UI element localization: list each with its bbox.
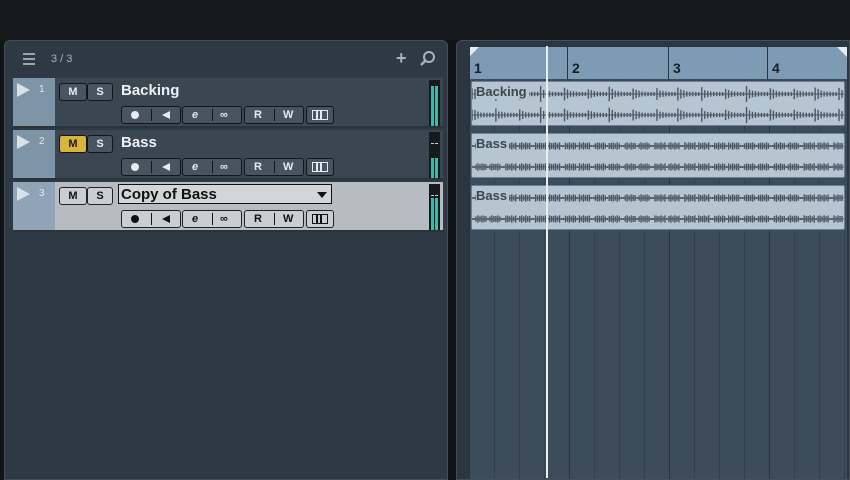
track-color-strip: 1 [13, 78, 55, 126]
write-automation-button[interactable]: W [283, 211, 293, 227]
add-track-icon[interactable]: + [396, 48, 407, 69]
monitor-speaker-icon[interactable] [162, 215, 170, 223]
bar-number: 1 [474, 60, 482, 76]
record-enable-icon[interactable] [131, 215, 139, 223]
automation-group: R W [244, 210, 304, 228]
audio-event[interactable]: Backing [471, 81, 845, 126]
event-label: Bass [476, 136, 510, 151]
lanes-icon [312, 110, 328, 120]
edit-channel-icon[interactable]: e [192, 211, 198, 227]
write-automation-button[interactable]: W [283, 107, 293, 123]
mute-button[interactable]: M [59, 187, 87, 205]
record-monitor-group [121, 210, 181, 228]
event-label: Backing [476, 84, 529, 99]
level-meter [429, 132, 440, 178]
lanes-icon [312, 214, 328, 224]
read-automation-button[interactable]: R [254, 159, 262, 175]
track-number: 3 [39, 188, 45, 199]
monitor-speaker-icon[interactable] [162, 111, 170, 119]
edit-channel-icon[interactable]: e [192, 159, 198, 175]
record-monitor-group [121, 106, 181, 124]
solo-button[interactable]: S [87, 83, 113, 101]
audio-event[interactable]: Bass [471, 185, 845, 230]
track-count: 3 / 3 [51, 53, 73, 65]
waveform [472, 142, 844, 150]
audio-event[interactable]: Bass [471, 133, 845, 178]
edit-channel-icon[interactable]: e [192, 107, 198, 123]
solo-button[interactable]: S [87, 187, 113, 205]
record-enable-icon[interactable] [131, 163, 139, 171]
track-row-2[interactable]: 2 M S Bass e ∞ R W [13, 130, 443, 180]
expand-arrow-icon[interactable] [17, 187, 30, 201]
bar-number: 3 [673, 60, 681, 76]
write-automation-button[interactable]: W [283, 159, 293, 175]
read-automation-button[interactable]: R [254, 107, 262, 123]
edit-group: e ∞ [182, 158, 242, 176]
right-locator-icon[interactable] [837, 47, 847, 57]
list-icon[interactable] [23, 53, 35, 65]
waveform [472, 107, 844, 123]
lanes-button[interactable] [306, 210, 334, 228]
lanes-button[interactable] [306, 106, 334, 124]
record-enable-icon[interactable] [131, 111, 139, 119]
arrangement-panel: 1 2 3 4 Backing Bass Bass [456, 40, 850, 480]
track-name: Copy of Bass [121, 186, 217, 203]
lanes-button[interactable] [306, 158, 334, 176]
timeline-ruler[interactable]: 1 2 3 4 [469, 47, 847, 79]
chevron-down-icon[interactable] [317, 192, 327, 198]
bar-number: 2 [572, 60, 580, 76]
waveform [472, 194, 844, 202]
track-name-field[interactable]: Copy of Bass [118, 184, 332, 204]
track-row-3[interactable]: 3 M S Copy of Bass e ∞ R W [13, 182, 443, 232]
link-icon[interactable]: ∞ [220, 107, 228, 123]
link-icon[interactable]: ∞ [220, 159, 228, 175]
waveform [472, 215, 844, 223]
waveform [472, 163, 844, 171]
record-monitor-group [121, 158, 181, 176]
solo-button[interactable]: S [87, 135, 113, 153]
track-name[interactable]: Bass [121, 134, 157, 151]
track-name[interactable]: Backing [121, 82, 179, 99]
bar-number: 4 [772, 60, 780, 76]
level-meter [429, 80, 440, 126]
read-automation-button[interactable]: R [254, 211, 262, 227]
track-number: 1 [39, 84, 45, 95]
event-label: Bass [476, 188, 510, 203]
level-meter [429, 184, 440, 230]
link-icon[interactable]: ∞ [220, 211, 228, 227]
lanes-icon [312, 162, 328, 172]
mute-button[interactable]: M [59, 135, 87, 153]
mute-button[interactable]: M [59, 83, 87, 101]
expand-arrow-icon[interactable] [17, 135, 30, 149]
grid-line [469, 79, 470, 479]
automation-group: R W [244, 158, 304, 176]
monitor-speaker-icon[interactable] [162, 163, 170, 171]
track-color-strip: 3 [13, 182, 55, 230]
track-list-panel: 3 / 3 + 1 M S Backing e ∞ R W 2 M S Bass… [4, 40, 448, 480]
top-bar [0, 0, 850, 40]
track-color-strip: 2 [13, 130, 55, 178]
track-row-1[interactable]: 1 M S Backing e ∞ R W [13, 78, 443, 128]
track-list-header: 3 / 3 + [5, 41, 447, 77]
track-number: 2 [39, 136, 45, 147]
edit-group: e ∞ [182, 106, 242, 124]
automation-group: R W [244, 106, 304, 124]
playhead-cursor[interactable] [546, 46, 548, 478]
edit-group: e ∞ [182, 210, 242, 228]
left-locator-icon[interactable] [469, 47, 479, 57]
search-icon[interactable] [419, 50, 437, 68]
expand-arrow-icon[interactable] [17, 83, 30, 97]
